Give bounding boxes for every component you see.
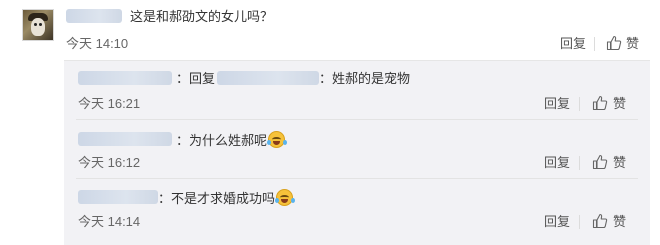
reply-prefix: ：回复 xyxy=(176,71,216,86)
reply-text-content: ：不是才求婚成功吗 xyxy=(158,191,276,206)
avatar-face xyxy=(31,18,45,36)
like-button[interactable]: 赞 xyxy=(626,35,639,53)
reply-username-blurred[interactable] xyxy=(78,71,172,85)
thumbs-up-icon[interactable] xyxy=(592,95,608,111)
comment-time: 今天 14:10 xyxy=(66,36,129,51)
reply-text: ：为什么姓郝呢 xyxy=(176,131,288,150)
like-button[interactable]: 赞 xyxy=(613,95,626,113)
action-separator xyxy=(579,215,580,229)
reply-button[interactable]: 回复 xyxy=(544,95,570,113)
tear-shape xyxy=(291,198,296,203)
reply-button[interactable]: 回复 xyxy=(544,154,570,172)
reply-text-content: ：为什么姓郝呢 xyxy=(176,133,268,148)
reply-username-blurred[interactable] xyxy=(78,190,158,204)
reply-button[interactable]: 回复 xyxy=(560,35,586,53)
reply-username-blurred[interactable] xyxy=(78,132,172,146)
reply-divider xyxy=(76,119,638,120)
laugh-cry-emoji-icon xyxy=(267,131,288,148)
reply-time: 今天 16:21 xyxy=(78,96,141,111)
avatar-eye xyxy=(39,23,42,26)
laugh-cry-emoji-icon xyxy=(275,189,296,206)
action-separator xyxy=(579,97,580,111)
reply-time: 今天 16:12 xyxy=(78,155,141,170)
action-separator xyxy=(594,37,595,51)
reply-time: 今天 14:14 xyxy=(78,214,141,229)
comment-text: 这是和郝劭文的女儿吗？ xyxy=(130,9,274,24)
tear-shape xyxy=(275,198,280,203)
avatar-eye xyxy=(34,23,37,26)
like-button[interactable]: 赞 xyxy=(613,154,626,172)
reply-text: ：姓郝的是宠物 xyxy=(319,71,411,86)
reply-divider xyxy=(76,178,638,179)
avatar[interactable] xyxy=(22,9,54,41)
reply-target-blurred[interactable] xyxy=(217,71,319,85)
username-blurred[interactable] xyxy=(66,9,122,23)
thumbs-up-icon[interactable] xyxy=(592,213,608,229)
reply-text: ：不是才求婚成功吗 xyxy=(158,189,296,208)
like-button[interactable]: 赞 xyxy=(613,213,626,231)
replies-container: ：回复 ：姓郝的是宠物 今天 16:21 回复 赞 ：为什么姓郝呢 今天 16:… xyxy=(64,60,650,245)
action-separator xyxy=(579,156,580,170)
tear-shape xyxy=(283,140,288,145)
reply-button[interactable]: 回复 xyxy=(544,213,570,231)
thumbs-up-icon[interactable] xyxy=(606,35,622,51)
tear-shape xyxy=(267,140,272,145)
thumbs-up-icon[interactable] xyxy=(592,154,608,170)
